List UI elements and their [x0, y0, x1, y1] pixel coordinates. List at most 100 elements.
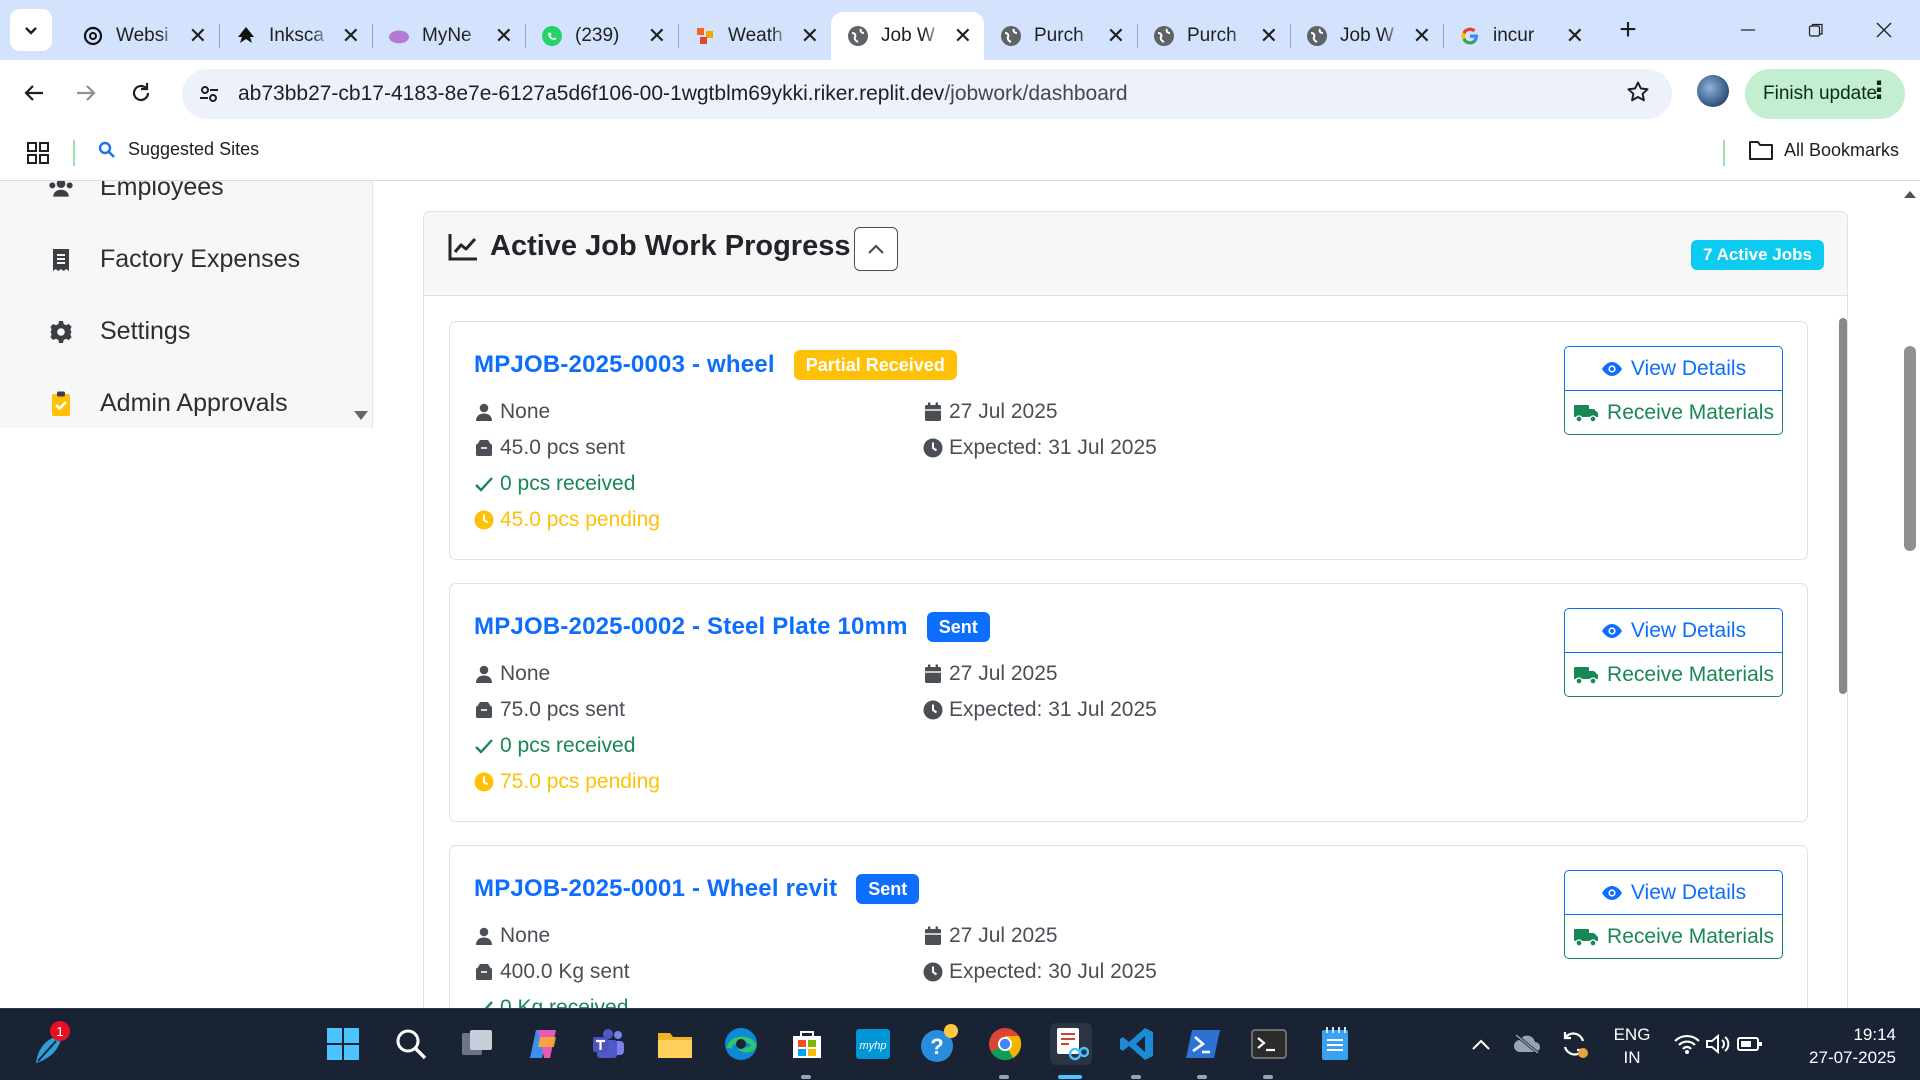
- taskbar-search-button[interactable]: [390, 1023, 432, 1065]
- view-details-button[interactable]: View Details: [1564, 608, 1783, 653]
- windows-taskbar: 1 myhp ? ENG IN 19:14 27-07-2025: [0, 1008, 1920, 1080]
- page-scrollbar-thumb[interactable]: [1904, 346, 1916, 551]
- snipping-tool-button[interactable]: [1050, 1023, 1092, 1065]
- chrome-button[interactable]: [984, 1023, 1026, 1065]
- tab-5-active[interactable]: Job W ✕: [831, 12, 984, 60]
- all-bookmarks-button[interactable]: All Bookmarks: [1748, 139, 1899, 161]
- close-icon[interactable]: ✕: [1566, 25, 1584, 47]
- notepad-icon: [1322, 1027, 1348, 1060]
- forward-button[interactable]: [64, 71, 108, 115]
- quick-settings-button[interactable]: [1668, 1023, 1768, 1065]
- vendor-info: None: [474, 400, 550, 424]
- vendor-info: None: [474, 662, 550, 686]
- collapse-button[interactable]: [854, 227, 898, 271]
- sidebar-item-admin-approvals[interactable]: Admin Approvals: [48, 389, 288, 418]
- weather-widget[interactable]: 1: [28, 1021, 70, 1069]
- close-icon[interactable]: ✕: [1107, 25, 1125, 47]
- edge-button[interactable]: [720, 1023, 762, 1065]
- tab-1[interactable]: Inksca ✕: [219, 12, 372, 60]
- receive-materials-button[interactable]: Receive Materials: [1564, 915, 1783, 959]
- close-icon[interactable]: ✕: [1413, 25, 1431, 47]
- sync-button[interactable]: [1553, 1023, 1595, 1065]
- job-title-link[interactable]: MPJOB-2025-0001 - Wheel revit: [474, 875, 837, 903]
- search-icon: [396, 1029, 427, 1060]
- job-title-link[interactable]: MPJOB-2025-0002 - Steel Plate 10mm: [474, 613, 908, 641]
- tab-8[interactable]: Job W ✕: [1290, 12, 1443, 60]
- file-explorer-button[interactable]: [654, 1023, 696, 1065]
- sidebar-item-factory-expenses[interactable]: Factory Expenses: [48, 245, 300, 274]
- bookmark-label: All Bookmarks: [1784, 139, 1900, 160]
- task-view-button[interactable]: [456, 1023, 498, 1065]
- restore-button[interactable]: [1782, 0, 1850, 60]
- tab-3[interactable]: (239) ✕: [525, 12, 678, 60]
- close-window-button[interactable]: [1850, 0, 1918, 60]
- tab-search-button[interactable]: [10, 9, 52, 51]
- active-job-progress-card: Active Job Work Progress 7 Active Jobs M…: [423, 211, 1848, 1008]
- tab-title: Websi: [116, 25, 169, 46]
- tab-4[interactable]: Weath ✕: [678, 12, 831, 60]
- myhp-button[interactable]: myhp: [852, 1023, 894, 1065]
- view-details-button[interactable]: View Details: [1564, 346, 1783, 391]
- tab-0[interactable]: Websi ✕: [66, 12, 219, 60]
- job-title-row: MPJOB-2025-0001 - Wheel revit Sent: [474, 874, 920, 904]
- card-scrollbar[interactable]: [1839, 304, 1847, 1004]
- tab-9[interactable]: incur ✕: [1443, 12, 1596, 60]
- tab-2[interactable]: MyNe ✕: [372, 12, 525, 60]
- terminal-button[interactable]: [1248, 1023, 1290, 1065]
- status-badge: Sent: [926, 612, 990, 642]
- ms-store-button[interactable]: [786, 1023, 828, 1065]
- terminal-icon: [1251, 1029, 1287, 1059]
- close-icon[interactable]: ✕: [189, 25, 207, 47]
- truck-icon: [1574, 928, 1599, 947]
- close-icon[interactable]: ✕: [954, 25, 972, 47]
- job-title-link[interactable]: MPJOB-2025-0003 - wheel: [474, 351, 775, 379]
- close-icon[interactable]: ✕: [648, 25, 666, 47]
- clock[interactable]: 19:14 27-07-2025: [1786, 1023, 1896, 1069]
- site-info-button[interactable]: [190, 75, 228, 113]
- close-icon[interactable]: ✕: [495, 25, 513, 47]
- bookmark-divider: [1723, 140, 1725, 166]
- scroll-up-icon[interactable]: [1903, 189, 1917, 199]
- eye-icon: [1601, 885, 1622, 900]
- cloud-off-icon: [1514, 1033, 1540, 1055]
- profile-avatar[interactable]: [1697, 75, 1729, 107]
- tab-6[interactable]: Purch ✕: [984, 12, 1137, 60]
- wifi-icon: [1674, 1034, 1700, 1054]
- finish-update-button[interactable]: Finish update ⋮: [1745, 69, 1905, 119]
- box-icon: [474, 962, 494, 982]
- sidebar-item-employees[interactable]: Employees: [48, 181, 224, 202]
- minimize-button[interactable]: [1714, 0, 1782, 60]
- view-details-button[interactable]: View Details: [1564, 870, 1783, 915]
- notepad-button[interactable]: [1314, 1023, 1356, 1065]
- receive-materials-button[interactable]: Receive Materials: [1564, 653, 1783, 697]
- job-actions: View Details Receive Materials: [1564, 346, 1783, 435]
- receive-materials-button[interactable]: Receive Materials: [1564, 391, 1783, 435]
- vscode-button[interactable]: [1116, 1023, 1158, 1065]
- input-language[interactable]: ENG IN: [1608, 1023, 1656, 1069]
- close-icon[interactable]: ✕: [342, 25, 360, 47]
- close-icon[interactable]: ✕: [801, 25, 819, 47]
- teams-button[interactable]: [588, 1023, 630, 1065]
- address-bar[interactable]: ab73bb27-cb17-4183-8e7e-6127a5d6f106-00-…: [182, 69, 1672, 119]
- close-icon[interactable]: ✕: [1260, 25, 1278, 47]
- url-text[interactable]: ab73bb27-cb17-4183-8e7e-6127a5d6f106-00-…: [238, 82, 1128, 106]
- bookmark-suggested-sites[interactable]: Suggested Sites: [98, 139, 259, 160]
- bookmark-star-icon[interactable]: [1626, 80, 1650, 111]
- tab-7[interactable]: Purch ✕: [1137, 12, 1290, 60]
- sidebar-scroll-down-icon[interactable]: [354, 411, 368, 420]
- card-scrollbar-thumb[interactable]: [1839, 318, 1847, 694]
- onedrive-button[interactable]: [1506, 1023, 1548, 1065]
- copilot-button[interactable]: [522, 1023, 564, 1065]
- page-scrollbar[interactable]: [1900, 181, 1920, 1008]
- reload-button[interactable]: [119, 71, 163, 115]
- back-button[interactable]: [12, 71, 56, 115]
- tray-overflow-button[interactable]: [1460, 1023, 1502, 1065]
- receipt-icon: [48, 247, 74, 273]
- vendor-info: None: [474, 924, 550, 948]
- apps-grid-icon[interactable]: [26, 141, 50, 170]
- start-button[interactable]: [322, 1023, 364, 1065]
- new-tab-button[interactable]: +: [1608, 13, 1648, 47]
- get-help-button[interactable]: ?: [918, 1023, 960, 1065]
- powershell-button[interactable]: [1182, 1023, 1224, 1065]
- sidebar-item-settings[interactable]: Settings: [48, 317, 190, 346]
